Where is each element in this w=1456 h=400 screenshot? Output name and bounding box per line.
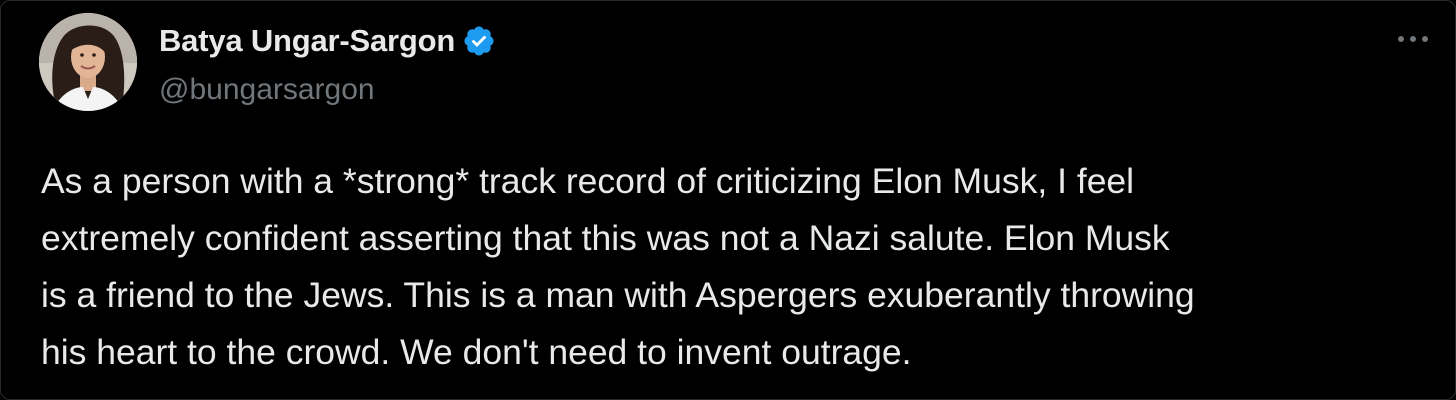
verified-badge-icon[interactable] [462,24,496,58]
tweet-text-line: As a person with a *strong* track record… [41,161,1135,201]
avatar-image [39,13,137,111]
avatar[interactable] [39,13,137,111]
author-name-row: Batya Ungar-Sargon [159,21,496,61]
tweet-text-line: is a friend to the Jews. This is a man w… [41,275,1195,315]
tweet-text-line: extremely confident asserting that this … [41,218,1170,258]
author-handle[interactable]: @bungarsargon [159,71,375,109]
tweet-text: As a person with a *strong* track record… [41,153,1441,381]
tweet-card[interactable]: Batya Ungar-Sargon @bungarsargon As a pe… [0,0,1456,400]
more-horizontal-icon[interactable] [1393,29,1433,49]
tweet-text-line: his heart to the crowd. We don't need to… [41,332,912,372]
author-display-name[interactable]: Batya Ungar-Sargon [159,21,455,61]
